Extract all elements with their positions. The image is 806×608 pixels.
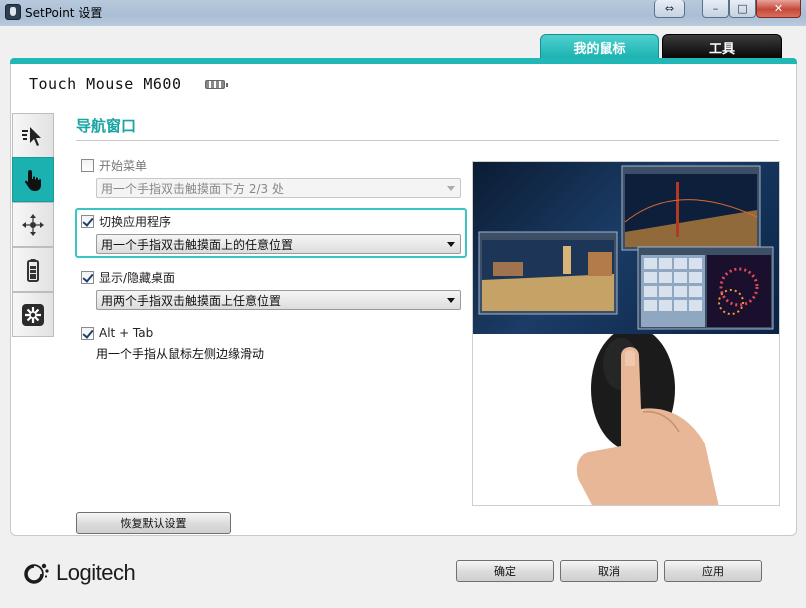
ok-button[interactable]: 确定 bbox=[456, 560, 554, 582]
side-tab-touch[interactable] bbox=[12, 157, 54, 202]
alt-tab-checkbox[interactable] bbox=[81, 326, 94, 340]
start-menu-checkbox[interactable] bbox=[81, 159, 94, 172]
option-start-menu: 开始菜单 bbox=[81, 157, 147, 174]
side-tab-pointer[interactable] bbox=[12, 113, 54, 158]
side-tab-settings[interactable] bbox=[12, 292, 54, 337]
chevron-down-icon bbox=[447, 242, 455, 247]
option-show-desktop: 显示/隐藏桌面 bbox=[81, 269, 175, 286]
preview-desktop-screen bbox=[473, 162, 779, 334]
option-switch-apps: 切换应用程序 bbox=[81, 213, 171, 230]
touch-hand-icon bbox=[24, 169, 41, 191]
alt-tab-description: 用一个手指从鼠标左侧边缘滑动 bbox=[96, 347, 265, 361]
restore-defaults-button[interactable]: 恢复默认设置 bbox=[76, 512, 231, 534]
switch-apps-gesture-value: 用一个手指双击触摸面上的任意位置 bbox=[101, 237, 294, 252]
maximize-button[interactable]: □ bbox=[729, 0, 756, 18]
alt-tab-label: Alt + Tab bbox=[99, 326, 154, 340]
minimize-button[interactable]: – bbox=[702, 0, 729, 18]
start-menu-gesture-select[interactable]: 用一个手指双击触摸面下方 2/3 处 bbox=[96, 178, 461, 198]
battery-icon bbox=[205, 80, 228, 89]
logitech-logo-icon bbox=[24, 563, 49, 584]
title-bar: SetPoint 设置 ⇔ – □ ✕ bbox=[0, 0, 806, 26]
show-desktop-gesture-select[interactable]: 用两个手指双击触摸面上任意位置 bbox=[96, 290, 461, 310]
show-desktop-gesture-value: 用两个手指双击触摸面上任意位置 bbox=[101, 293, 282, 308]
device-name: Touch Mouse M600 bbox=[29, 75, 182, 93]
side-tab-strip bbox=[12, 113, 54, 339]
side-tab-gestures[interactable] bbox=[12, 202, 54, 247]
logitech-logo: Logitech bbox=[22, 560, 136, 586]
cancel-button[interactable]: 取消 bbox=[560, 560, 658, 582]
section-divider bbox=[76, 140, 779, 141]
apply-button[interactable]: 应用 bbox=[664, 560, 762, 582]
switch-apps-checkbox[interactable] bbox=[81, 215, 94, 228]
show-desktop-label: 显示/隐藏桌面 bbox=[99, 271, 176, 285]
preview-hand-on-mouse bbox=[473, 327, 779, 505]
side-tab-battery[interactable] bbox=[12, 247, 54, 292]
start-menu-label: 开始菜单 bbox=[99, 159, 148, 173]
logitech-wordmark: Logitech bbox=[56, 560, 136, 585]
switch-apps-gesture-select[interactable]: 用一个手指双击触摸面上的任意位置 bbox=[96, 234, 461, 254]
switch-view-button[interactable]: ⇔ bbox=[654, 0, 685, 18]
window-title: SetPoint 设置 bbox=[25, 6, 103, 20]
tab-tools[interactable]: 工具 bbox=[662, 34, 782, 59]
show-desktop-checkbox[interactable] bbox=[81, 271, 94, 284]
option-alt-tab: Alt + Tab bbox=[81, 326, 153, 340]
setpoint-app-icon bbox=[5, 4, 21, 20]
start-menu-gesture-value: 用一个手指双击触摸面下方 2/3 处 bbox=[101, 181, 284, 196]
close-button[interactable]: ✕ bbox=[756, 0, 801, 18]
section-title: 导航窗口 bbox=[76, 117, 137, 135]
pointer-speed-icon bbox=[22, 126, 41, 146]
switch-apps-label: 切换应用程序 bbox=[99, 215, 172, 229]
battery-icon bbox=[27, 258, 39, 282]
chevron-down-icon bbox=[447, 298, 455, 303]
chevron-down-icon bbox=[447, 186, 455, 191]
tab-my-mouse[interactable]: 我的鼠标 bbox=[540, 34, 659, 59]
settings-star-icon bbox=[22, 303, 44, 326]
gesture-preview-image bbox=[472, 161, 780, 506]
move-arrows-icon bbox=[22, 213, 44, 236]
